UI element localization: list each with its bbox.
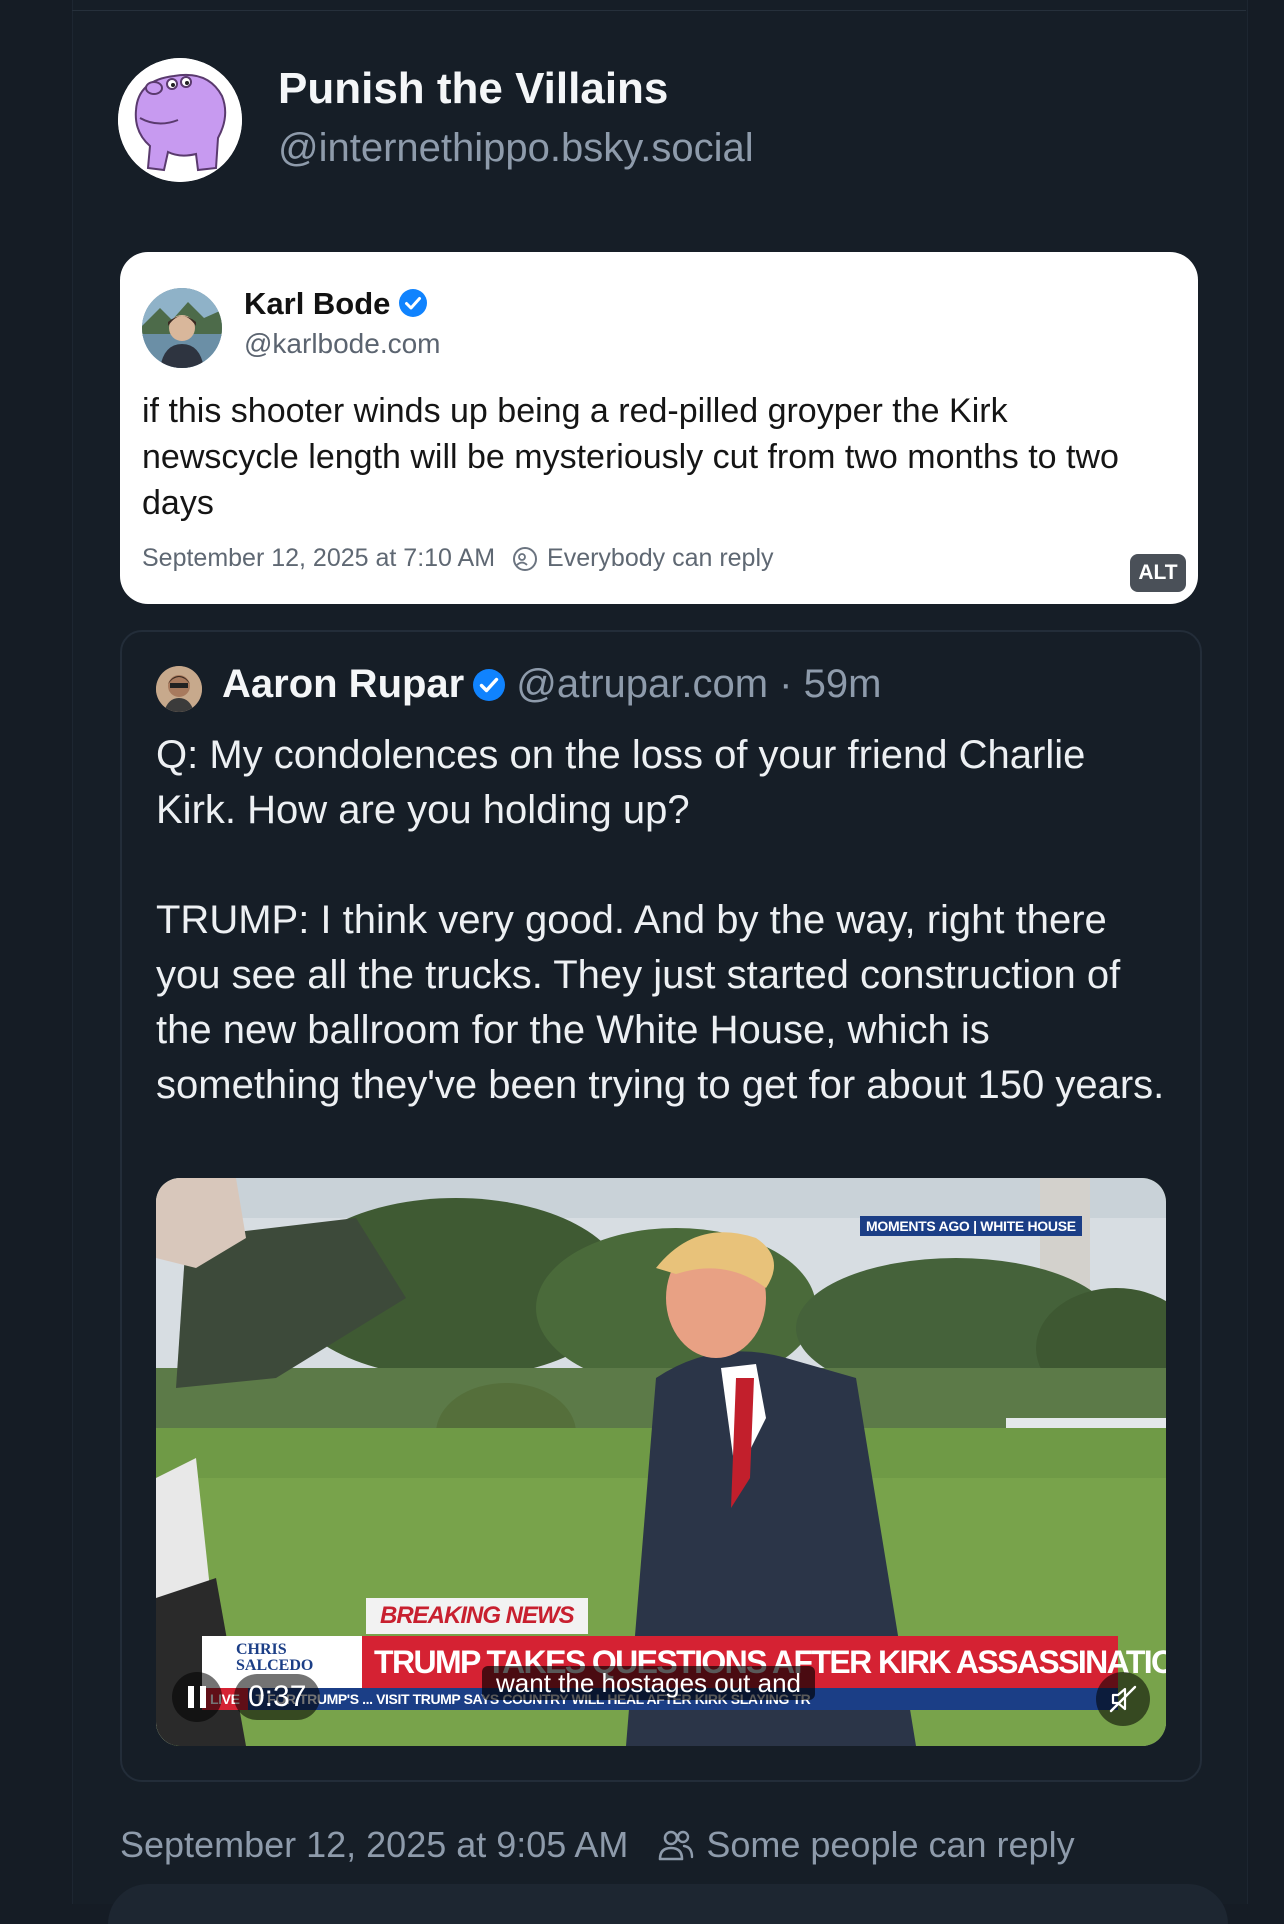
embedded-timestamp: September 12, 2025 at 7:10 AM <box>142 544 496 572</box>
alt-badge[interactable]: ALT <box>1130 554 1186 592</box>
author-name[interactable]: Punish the Villains <box>278 64 668 114</box>
people-icon <box>659 1830 694 1861</box>
quoted-post-text: Q: My condolences on the loss of your fr… <box>156 728 1166 1168</box>
embedded-author-handle: @karlbode.com <box>244 328 441 359</box>
verified-icon <box>399 289 427 317</box>
post-footer: September 12, 2025 at 9:05 AM Some peopl… <box>120 1824 1075 1866</box>
moments-ago-tag: MOMENTS AGO | WHITE HOUSE <box>860 1216 1082 1236</box>
embedded-post-text: if this shooter winds up being a red-pil… <box>142 392 1119 522</box>
quoted-post[interactable]: Aaron Rupar @atrupar.com · 59m Q: My con… <box>120 630 1202 1782</box>
bottom-composer-edge <box>108 1884 1228 1924</box>
video-time: 0:37 <box>234 1674 321 1720</box>
aaron-rupar-avatar[interactable] <box>156 666 202 712</box>
embedded-reply-setting: Everybody can reply <box>547 544 774 572</box>
quoted-paragraph-question: Q: My condolences on the loss of your fr… <box>156 733 1086 832</box>
quoted-author-handle-time: @atrupar.com · 59m <box>516 662 882 706</box>
post-reply-setting[interactable]: Some people can reply <box>706 1824 1074 1866</box>
pause-button[interactable] <box>172 1672 222 1722</box>
mute-icon <box>1109 1685 1137 1713</box>
embedded-post-meta: September 12, 2025 at 7:10 AM Everybody … <box>142 544 774 573</box>
author-handle[interactable]: @internethippo.bsky.social <box>278 126 754 171</box>
karl-bode-avatar <box>142 288 222 368</box>
embedded-image[interactable]: Karl Bode @karlbode.com if this shooter … <box>120 252 1198 604</box>
post-timestamp: September 12, 2025 at 9:05 AM <box>120 1824 629 1865</box>
video-player[interactable]: MOMENTS AGO | WHITE HOUSE BREAKING NEWS … <box>156 1178 1166 1746</box>
quoted-paragraph-answer: TRUMP: I think very good. And by the way… <box>156 898 1165 1107</box>
quoted-author-name[interactable]: Aaron Rupar <box>222 662 464 707</box>
video-caption: want the hostages out and <box>482 1666 816 1700</box>
breaking-news-label: BREAKING NEWS <box>366 1598 588 1634</box>
author-avatar[interactable] <box>118 58 242 182</box>
divider <box>72 10 1246 11</box>
quoted-post-header: Aaron Rupar @atrupar.com · 59m <box>222 662 881 707</box>
hippo-avatar-icon <box>118 58 242 182</box>
embedded-author-name: Karl Bode <box>244 286 391 321</box>
reply-setting-icon <box>513 546 538 571</box>
mute-button[interactable] <box>1096 1672 1150 1726</box>
verified-icon <box>473 668 506 701</box>
pause-icon <box>188 1686 206 1708</box>
